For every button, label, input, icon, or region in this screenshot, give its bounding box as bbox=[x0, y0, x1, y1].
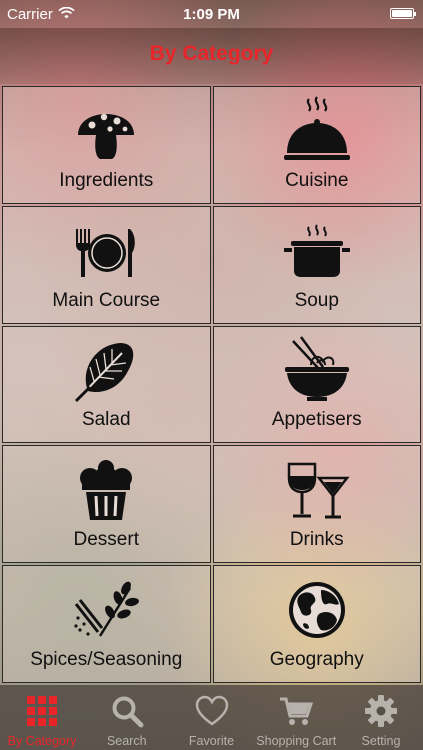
tab-search[interactable]: Search bbox=[85, 685, 169, 750]
category-main-course[interactable]: Main Course bbox=[2, 205, 211, 324]
tab-bar: By Category Search Favorite Shopping Car… bbox=[0, 685, 423, 750]
category-label: Ingredients bbox=[59, 169, 154, 191]
category-drinks[interactable]: Drinks bbox=[212, 445, 421, 564]
leaf-icon bbox=[70, 335, 142, 407]
tab-label: By Category bbox=[7, 734, 77, 748]
category-label: Main Course bbox=[52, 289, 161, 311]
cart-icon bbox=[279, 694, 314, 728]
tab-by-category[interactable]: By Category bbox=[0, 685, 84, 750]
tab-setting[interactable]: Setting bbox=[339, 685, 423, 750]
category-label: Dessert bbox=[73, 529, 139, 551]
search-icon bbox=[110, 694, 144, 728]
category-grid: Ingredients Cuisine Main Course Soup Sal… bbox=[0, 84, 423, 685]
cupcake-icon bbox=[70, 454, 142, 526]
gear-icon bbox=[364, 694, 398, 728]
wine-glasses-icon bbox=[281, 454, 353, 526]
category-appetisers[interactable]: Appetisers bbox=[212, 325, 421, 444]
status-bar: Carrier 1:09 PM bbox=[0, 0, 423, 28]
globe-icon bbox=[281, 574, 353, 646]
category-label: Cuisine bbox=[285, 169, 349, 191]
category-cuisine[interactable]: Cuisine bbox=[212, 86, 421, 204]
category-spices-seasoning[interactable]: Spices/Seasoning bbox=[2, 565, 211, 683]
page-title: By Category bbox=[149, 42, 274, 65]
battery-icon bbox=[390, 8, 416, 19]
plate-cutlery-icon bbox=[70, 215, 142, 287]
category-label: Soup bbox=[294, 289, 339, 311]
noodle-bowl-icon bbox=[281, 335, 353, 407]
category-label: Geography bbox=[269, 649, 364, 670]
category-label: Appetisers bbox=[271, 409, 362, 431]
category-geography[interactable]: Geography bbox=[212, 565, 421, 683]
tab-shopping-cart[interactable]: Shopping Cart bbox=[254, 685, 338, 750]
tab-favorite[interactable]: Favorite bbox=[170, 685, 254, 750]
category-label: Spices/Seasoning bbox=[30, 649, 183, 670]
mushroom-icon bbox=[70, 95, 142, 167]
soup-pot-icon bbox=[281, 215, 353, 287]
heart-icon bbox=[195, 694, 229, 728]
tab-label: Search bbox=[106, 734, 147, 748]
category-label: Salad bbox=[81, 409, 131, 431]
tab-label: Setting bbox=[361, 734, 401, 748]
herbs-icon bbox=[70, 574, 142, 646]
category-label: Drinks bbox=[289, 529, 344, 551]
category-soup[interactable]: Soup bbox=[212, 205, 421, 324]
category-dessert[interactable]: Dessert bbox=[2, 445, 211, 564]
navigation-bar: By Category bbox=[0, 28, 423, 84]
tab-label: Favorite bbox=[188, 734, 235, 748]
grid-icon bbox=[25, 694, 59, 728]
cloche-icon bbox=[281, 95, 353, 167]
category-ingredients[interactable]: Ingredients bbox=[2, 86, 211, 204]
category-salad[interactable]: Salad bbox=[2, 325, 211, 444]
tab-label: Shopping Cart bbox=[256, 734, 337, 748]
status-time: 1:09 PM bbox=[183, 6, 240, 23]
